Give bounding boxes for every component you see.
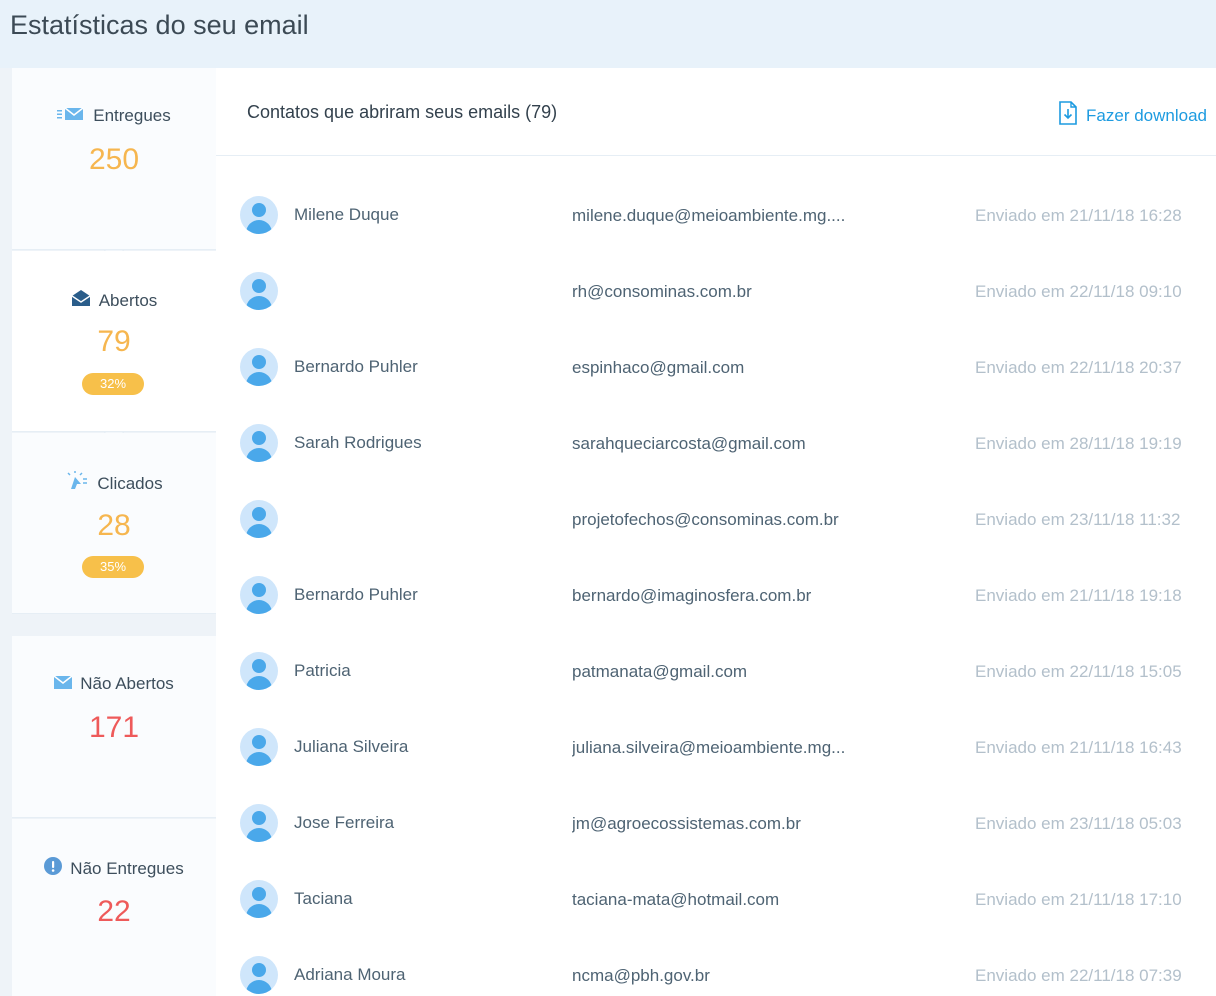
contact-sent-date: Enviado em 22/11/18 15:05 bbox=[975, 662, 1182, 681]
contacts-list: Milene Duque milene.duque@meioambiente.m… bbox=[216, 176, 1216, 996]
contact-sent-date: Enviado em 21/11/18 19:18 bbox=[975, 586, 1182, 605]
stat-not-delivered-value: 22 bbox=[97, 895, 131, 928]
contact-name: Jose Ferreira bbox=[294, 813, 395, 832]
list-item[interactable]: projetofechos@consominas.com.br Enviado … bbox=[216, 480, 1216, 556]
list-item[interactable]: Jose Ferreira jm@agroecossistemas.com.br… bbox=[216, 784, 1216, 860]
contact-email: rh@consominas.com.br bbox=[572, 282, 752, 301]
contacts-panel-title: Contatos que abriram seus emails (79) bbox=[247, 102, 558, 122]
contact-email: sarahqueciarcosta@gmail.com bbox=[572, 434, 806, 453]
avatar bbox=[240, 728, 278, 766]
stat-not-delivered-label: Não Entregues bbox=[70, 858, 184, 878]
contact-email: bernardo@imaginosfera.com.br bbox=[572, 586, 812, 605]
contact-name: Adriana Moura bbox=[294, 965, 406, 984]
download-file-icon bbox=[1058, 101, 1078, 130]
contact-sent-date: Enviado em 21/11/18 17:10 bbox=[975, 890, 1182, 909]
contact-name: Juliana Silveira bbox=[294, 737, 409, 756]
contact-name: Milene Duque bbox=[294, 205, 399, 224]
stat-clicked-percent-badge: 35% bbox=[82, 556, 144, 578]
list-item[interactable]: Juliana Silveira juliana.silveira@meioam… bbox=[216, 708, 1216, 784]
contacts-panel: Contatos que abriram seus emails (79) Fa… bbox=[216, 68, 1216, 996]
click-burst-icon bbox=[65, 471, 89, 496]
contact-email: jm@agroecossistemas.com.br bbox=[572, 814, 801, 833]
stat-opened-percent-badge: 32% bbox=[82, 373, 144, 395]
contact-sent-date: Enviado em 28/11/18 19:19 bbox=[975, 434, 1182, 453]
contact-name: Taciana bbox=[294, 889, 353, 908]
envelope-fast-icon bbox=[57, 106, 85, 126]
avatar bbox=[240, 196, 278, 234]
contact-email: milene.duque@meioambiente.mg.... bbox=[572, 206, 846, 225]
stat-not-opened-label: Não Abertos bbox=[80, 674, 174, 693]
contact-sent-date: Enviado em 22/11/18 20:37 bbox=[975, 358, 1182, 377]
avatar bbox=[240, 500, 278, 538]
list-item[interactable]: Adriana Moura ncma@pbh.gov.br Enviado em… bbox=[216, 936, 1216, 996]
stats-sidebar: Entregues 250 Abertos 79 32% Clicados 28… bbox=[12, 68, 216, 996]
contact-name: Sarah Rodrigues bbox=[294, 433, 422, 452]
contact-email: taciana-mata@hotmail.com bbox=[572, 890, 780, 909]
page-title: Estatísticas do seu email bbox=[10, 10, 309, 40]
list-item[interactable]: Sarah Rodrigues sarahqueciarcosta@gmail.… bbox=[216, 404, 1216, 480]
stat-delivered[interactable]: Entregues 250 bbox=[12, 68, 216, 250]
avatar bbox=[240, 956, 278, 994]
page-header: Estatísticas do seu email bbox=[0, 0, 1216, 68]
download-button[interactable]: Fazer download bbox=[1058, 101, 1207, 130]
alert-circle-icon bbox=[44, 857, 63, 880]
stat-not-delivered[interactable]: Não Entregues 22 bbox=[12, 819, 216, 996]
contact-name: Bernardo Puhler bbox=[294, 585, 418, 604]
stat-not-opened-value: 171 bbox=[88, 711, 140, 744]
contact-sent-date: Enviado em 22/11/18 09:10 bbox=[975, 282, 1182, 301]
stat-delivered-value: 250 bbox=[88, 143, 140, 176]
list-item[interactable]: Patricia patmanata@gmail.com Enviado em … bbox=[216, 632, 1216, 708]
contact-name: Patricia bbox=[294, 661, 351, 680]
stat-opened-value: 79 bbox=[97, 325, 131, 358]
contact-email: espinhaco@gmail.com bbox=[572, 358, 745, 377]
email-stats-page: Estatísticas do seu email Entregues 250 bbox=[0, 0, 1216, 996]
stat-opened-label: Abertos bbox=[98, 290, 158, 310]
avatar bbox=[240, 880, 278, 918]
download-label: Fazer download bbox=[1086, 105, 1207, 125]
avatar bbox=[240, 804, 278, 842]
avatar bbox=[240, 652, 278, 690]
contact-email: juliana.silveira@meioambiente.mg... bbox=[572, 738, 846, 757]
contact-email: patmanata@gmail.com bbox=[572, 662, 748, 681]
contact-sent-date: Enviado em 23/11/18 11:32 bbox=[975, 510, 1181, 529]
stat-clicked-label: Clicados bbox=[97, 473, 163, 493]
contact-sent-date: Enviado em 22/11/18 07:39 bbox=[975, 966, 1182, 985]
list-item[interactable]: Taciana taciana-mata@hotmail.com Enviado… bbox=[216, 860, 1216, 936]
stat-not-opened[interactable]: Não Abertos 171 bbox=[12, 636, 216, 818]
stat-opened[interactable]: Abertos 79 32% bbox=[12, 251, 216, 432]
open-envelope-icon bbox=[71, 289, 91, 312]
list-item[interactable]: Bernardo Puhler bernardo@imaginosfera.co… bbox=[216, 556, 1216, 632]
avatar bbox=[240, 576, 278, 614]
envelope-icon bbox=[53, 674, 73, 694]
contacts-panel-header: Contatos que abriram seus emails (79) Fa… bbox=[216, 68, 1216, 156]
contact-email: projetofechos@consominas.com.br bbox=[572, 510, 839, 529]
stat-delivered-label: Entregues bbox=[93, 106, 171, 125]
sidebar-gap bbox=[12, 614, 216, 636]
list-item[interactable]: Bernardo Puhler espinhaco@gmail.com Envi… bbox=[216, 328, 1216, 404]
stat-clicked[interactable]: Clicados 28 35% bbox=[12, 433, 216, 614]
contact-name: Bernardo Puhler bbox=[294, 357, 418, 376]
contact-sent-date: Enviado em 21/11/18 16:28 bbox=[975, 206, 1182, 225]
avatar bbox=[240, 272, 278, 310]
stat-clicked-value: 28 bbox=[97, 509, 131, 542]
contact-email: ncma@pbh.gov.br bbox=[572, 966, 710, 985]
list-item[interactable]: Milene Duque milene.duque@meioambiente.m… bbox=[216, 176, 1216, 252]
contact-sent-date: Enviado em 23/11/18 05:03 bbox=[975, 814, 1182, 833]
list-item[interactable]: rh@consominas.com.br Enviado em 22/11/18… bbox=[216, 252, 1216, 328]
avatar bbox=[240, 348, 278, 386]
contact-sent-date: Enviado em 21/11/18 16:43 bbox=[975, 738, 1182, 757]
avatar bbox=[240, 424, 278, 462]
